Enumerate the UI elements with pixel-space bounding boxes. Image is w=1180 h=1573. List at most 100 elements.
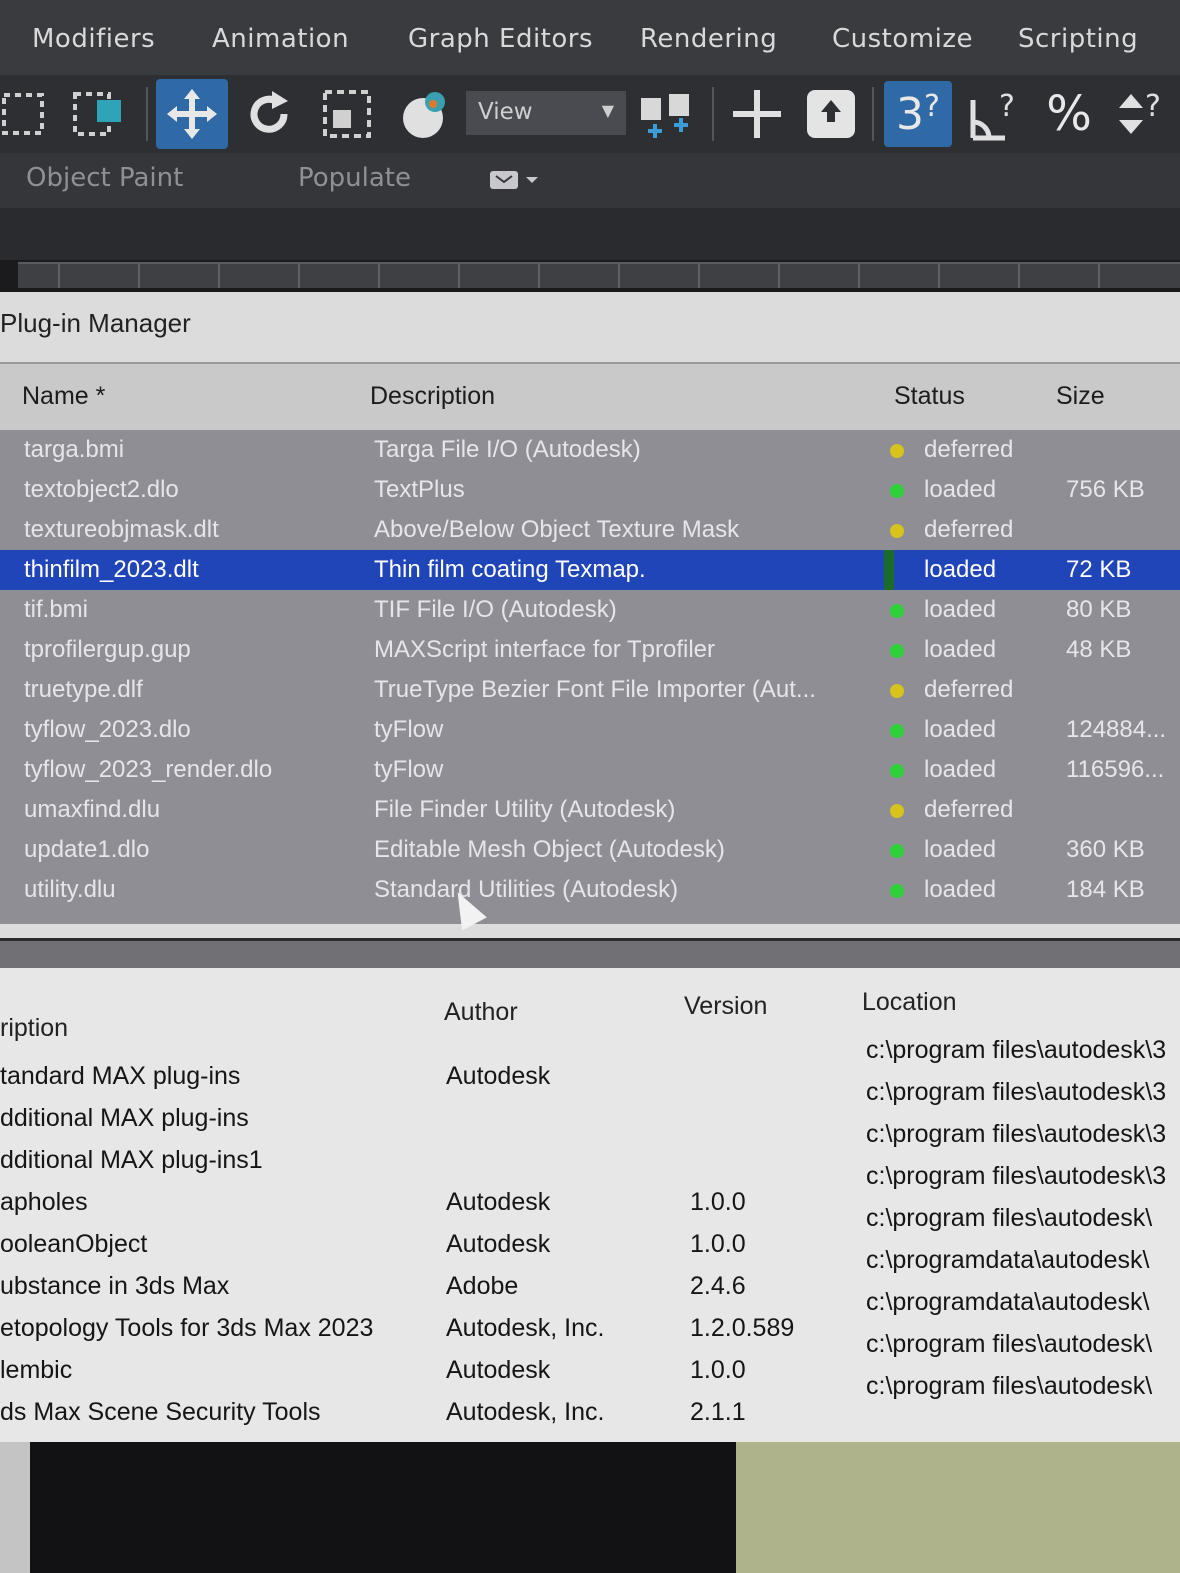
background-region (736, 1442, 1180, 1573)
plugin-description: Targa File I/O (Autodesk) (374, 436, 641, 463)
ribbon-bar: Object Paint Populate (0, 153, 1180, 208)
plugin-description: MAXScript interface for Tprofiler (374, 636, 716, 663)
chevron-down-icon: ▼ (601, 101, 614, 120)
scale-icon[interactable] (314, 81, 380, 147)
keyboard-shortcut-override-icon[interactable] (798, 81, 864, 147)
directory-location: c:\program files\autodesk\ (866, 1330, 1153, 1358)
ruler-tick (378, 264, 380, 288)
plugin-row[interactable]: tyflow_2023_render.dlo tyFlow loaded 116… (0, 750, 1180, 790)
ribbon-options-icon[interactable] (488, 167, 544, 197)
column-header-version[interactable]: Version (684, 992, 767, 1021)
status-dot-icon (890, 604, 904, 618)
percent-snap-icon[interactable]: % (1036, 81, 1102, 147)
plugin-row[interactable]: targa.bmi Targa File I/O (Autodesk) defe… (0, 430, 1180, 470)
spinner-snap-icon[interactable]: ? (1108, 81, 1174, 147)
snap-toggle-icon[interactable]: 3? (884, 81, 952, 147)
directory-row[interactable]: ds Max Scene Security Tools Autodesk, In… (0, 1372, 1180, 1440)
directory-description: dditional MAX plug-ins1 (0, 1146, 263, 1174)
directory-version: 1.0.0 (690, 1356, 746, 1384)
plugin-row[interactable]: textobject2.dlo TextPlus loaded 756 KB (0, 470, 1180, 510)
directory-location: c:\program files\autodesk\3 (866, 1078, 1167, 1106)
plugin-name: tyflow_2023.dlo (24, 716, 191, 743)
menu-rendering[interactable]: Rendering (640, 24, 777, 54)
directory-version: 1.2.0.589 (690, 1314, 795, 1342)
reference-coordinate-select[interactable]: View ▼ (466, 91, 626, 135)
plugin-row[interactable]: umaxfind.dlu File Finder Utility (Autode… (0, 790, 1180, 830)
move-icon[interactable] (156, 79, 228, 149)
directory-description: etopology Tools for 3ds Max 2023 (0, 1314, 374, 1342)
status-dot-icon (890, 644, 904, 658)
toolbar-separator (146, 87, 148, 141)
status-dot-icon (890, 844, 904, 858)
status-dot-icon (890, 764, 904, 778)
menu-graph-editors[interactable]: Graph Editors (408, 24, 593, 54)
menu-modifiers[interactable]: Modifiers (32, 24, 155, 54)
plugin-description: File Finder Utility (Autodesk) (374, 796, 676, 823)
column-header-description[interactable]: Description (370, 382, 495, 411)
plugin-row[interactable]: tprofilergup.gup MAXScript interface for… (0, 630, 1180, 670)
column-header-description[interactable]: ription (0, 1014, 68, 1043)
ruler-tick (298, 264, 300, 288)
select-window-icon[interactable] (66, 81, 132, 147)
plugin-row[interactable]: update1.dlo Editable Mesh Object (Autode… (0, 830, 1180, 870)
menu-animation[interactable]: Animation (212, 24, 349, 54)
placement-icon[interactable] (392, 81, 458, 147)
plugin-status: deferred (924, 436, 1014, 463)
angle-snap-icon[interactable]: ? (962, 81, 1028, 147)
plugin-description: tyFlow (374, 716, 444, 743)
plugin-description: Editable Mesh Object (Autodesk) (374, 836, 725, 863)
main-toolbar: View ▼ 3? ? % ? (0, 75, 1180, 153)
plugin-status: deferred (924, 796, 1014, 823)
plugin-row[interactable]: tif.bmi TIF File I/O (Autodesk) loaded 8… (0, 590, 1180, 630)
directory-author: Autodesk, Inc. (446, 1398, 605, 1426)
pane-splitter[interactable] (0, 938, 1180, 968)
select-region-icon[interactable] (0, 81, 56, 147)
column-header-name[interactable]: Name * (22, 382, 105, 411)
plugin-name: truetype.dlf (24, 676, 143, 703)
plugin-row[interactable]: textureobjmask.dlt Above/Below Object Te… (0, 510, 1180, 550)
status-dot-icon (890, 484, 904, 498)
menu-customize[interactable]: Customize (832, 24, 973, 54)
directory-description: ubstance in 3ds Max (0, 1272, 230, 1300)
plugin-row-selected[interactable]: thinfilm_2023.dlt Thin film coating Texm… (0, 550, 1180, 590)
plugin-name: thinfilm_2023.dlt (24, 556, 199, 583)
column-header-location[interactable]: Location (862, 988, 957, 1017)
toolbar-separator (872, 87, 874, 141)
status-dot-icon (890, 524, 904, 538)
column-header-size[interactable]: Size (1056, 382, 1105, 411)
ruler-tick (858, 264, 860, 288)
plugin-description: tyFlow (374, 756, 444, 783)
directory-description: apholes (0, 1188, 88, 1216)
ruler-tick (218, 264, 220, 288)
directory-version: 1.0.0 (690, 1188, 746, 1216)
menu-scripting[interactable]: Scripting (1018, 24, 1138, 54)
plugin-size: 48 KB (1066, 636, 1132, 663)
plugin-row[interactable]: utility.dlu Standard Utilities (Autodesk… (0, 870, 1180, 910)
plugin-name: tprofilergup.gup (24, 636, 191, 663)
status-dot-icon (890, 444, 904, 458)
plugin-description: TrueType Bezier Font File Importer (Aut.… (374, 676, 816, 703)
plugin-description: TextPlus (374, 476, 465, 503)
column-header-status[interactable]: Status (894, 382, 965, 411)
plugin-row[interactable]: truetype.dlf TrueType Bezier Font File I… (0, 670, 1180, 710)
rotate-icon[interactable] (236, 81, 302, 147)
svg-text:?: ? (1145, 89, 1161, 124)
plugin-name: tif.bmi (24, 596, 89, 623)
directory-description: tandard MAX plug-ins (0, 1062, 241, 1090)
plugin-status: deferred (924, 516, 1014, 543)
status-dot-icon (890, 884, 904, 898)
ruler-tick (698, 264, 700, 288)
column-header-author[interactable]: Author (444, 998, 518, 1027)
plugin-status: loaded (924, 756, 997, 783)
pivot-icon[interactable] (632, 81, 698, 147)
directory-location: c:\program files\autodesk\3 (866, 1120, 1167, 1148)
select-manipulate-icon[interactable] (724, 81, 790, 147)
plugin-name: tyflow_2023_render.dlo (24, 756, 273, 783)
ribbon-tab-populate[interactable]: Populate (298, 163, 411, 193)
ruler-tick (778, 264, 780, 288)
directory-location: c:\program files\autodesk\ (866, 1372, 1153, 1400)
plugin-row[interactable]: tyflow_2023.dlo tyFlow loaded 124884... (0, 710, 1180, 750)
plugin-size: 184 KB (1066, 876, 1145, 903)
ribbon-tab-object-paint[interactable]: Object Paint (26, 163, 183, 193)
plugin-list: Name * Description Status Size targa.bmi… (0, 362, 1180, 924)
